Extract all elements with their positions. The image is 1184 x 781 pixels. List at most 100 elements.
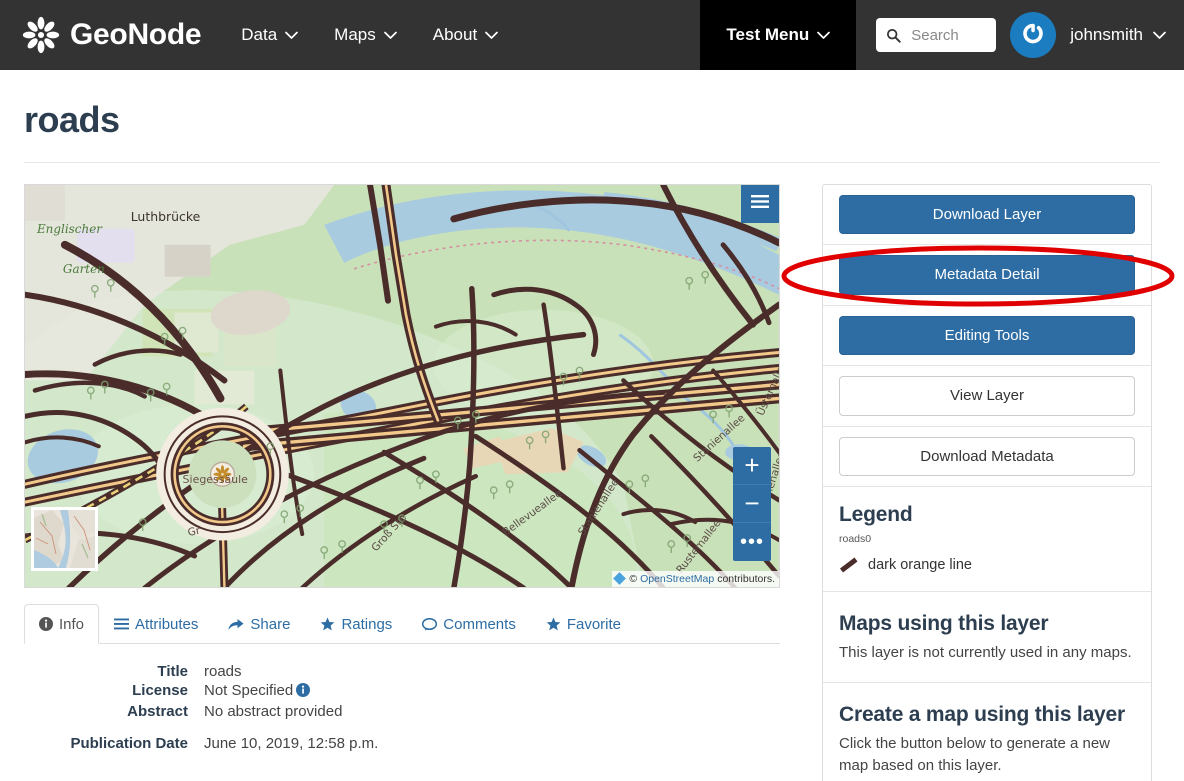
navbar-right-group: Test Menu joh bbox=[700, 0, 1184, 70]
legend-section: Legend roads0 dark orange line bbox=[823, 487, 1151, 593]
page-title: roads bbox=[24, 99, 120, 140]
map-label-luthbruecke: Luthbrücke bbox=[131, 208, 201, 223]
main-content: Englischer Garten Luthbrücke Siegessäule… bbox=[0, 163, 1184, 781]
tab-label-share: Share bbox=[250, 615, 291, 633]
create-map-section: Create a map using this layer Click the … bbox=[823, 683, 1151, 781]
map-canvas: Englischer Garten Luthbrücke Siegessäule… bbox=[25, 184, 779, 587]
table-row: Title roads bbox=[24, 662, 780, 681]
metadata-detail-button[interactable]: Metadata Detail bbox=[839, 255, 1135, 295]
info-key-title: Title bbox=[157, 662, 188, 680]
brand-title: GeoNode bbox=[70, 18, 202, 51]
map-label-englischer: Englischer bbox=[36, 221, 103, 235]
create-map-title: Create a map using this layer bbox=[839, 702, 1125, 726]
map-label-siegessaeule: Siegessäule bbox=[183, 473, 249, 486]
overview-minimap[interactable] bbox=[31, 506, 98, 571]
right-sidebar: Download Layer Metadata Detail Editing T… bbox=[822, 183, 1152, 781]
row-view-layer: View Layer bbox=[823, 366, 1151, 427]
tab-comments[interactable]: Comments bbox=[407, 604, 531, 644]
row-editing-tools: Editing Tools bbox=[823, 306, 1151, 367]
layer-info-table: Title roads License Not Specified Abstra… bbox=[24, 662, 780, 753]
zoom-in-button[interactable]: + bbox=[733, 447, 771, 485]
nav-item-data[interactable]: Data bbox=[223, 0, 316, 70]
nav-label-test-menu: Test Menu bbox=[726, 25, 810, 44]
info-value-title: roads bbox=[204, 662, 780, 681]
nav-item-test-menu[interactable]: Test Menu bbox=[700, 0, 857, 70]
tab-label-favorite: Favorite bbox=[566, 615, 622, 633]
nav-item-about[interactable]: About bbox=[415, 0, 516, 70]
search-box[interactable] bbox=[876, 18, 997, 52]
avatar[interactable] bbox=[1010, 12, 1057, 58]
map-viewer[interactable]: Englischer Garten Luthbrücke Siegessäule… bbox=[24, 183, 780, 588]
search-icon bbox=[886, 28, 901, 43]
attribution-prefix: © bbox=[629, 572, 638, 585]
sidebar-panel: Download Layer Metadata Detail Editing T… bbox=[822, 183, 1152, 781]
user-menu[interactable]: johnsmith bbox=[1070, 25, 1166, 45]
info-value-publication-date-text: June 10, 2019, 12:58 p.m. bbox=[204, 734, 379, 752]
info-key-license: License bbox=[132, 681, 188, 699]
map-more-button[interactable]: ••• bbox=[733, 523, 771, 561]
table-row: Publication Date June 10, 2019, 12:58 p.… bbox=[24, 721, 780, 753]
detail-tabs: Info Attributes Share Ratings Comments F… bbox=[24, 603, 780, 644]
map-label-garten: Garten bbox=[63, 261, 105, 275]
maps-using-text: This layer is not currently used in any … bbox=[839, 644, 1132, 662]
chevron-down-icon bbox=[383, 31, 397, 40]
info-value-publication-date: June 10, 2019, 12:58 p.m. bbox=[204, 721, 780, 753]
share-arrow-icon bbox=[228, 618, 244, 631]
chevron-down-icon bbox=[285, 31, 299, 40]
brand-logo-link[interactable]: GeoNode bbox=[0, 0, 202, 70]
nav-label-about: About bbox=[432, 25, 478, 44]
osm-link[interactable]: OpenStreetMap bbox=[640, 573, 714, 585]
username-label: johnsmith bbox=[1070, 25, 1143, 44]
info-value-license: Not Specified bbox=[204, 681, 780, 702]
maps-using-title: Maps using this layer bbox=[839, 612, 1049, 636]
tab-label-attributes: Attributes bbox=[135, 615, 199, 633]
nav-label-maps: Maps bbox=[334, 25, 376, 44]
editing-tools-button[interactable]: Editing Tools bbox=[839, 315, 1135, 356]
tab-label-comments: Comments bbox=[443, 615, 516, 633]
nav-item-maps[interactable]: Maps bbox=[316, 0, 415, 70]
chevron-down-icon bbox=[485, 31, 499, 40]
map-attribution: © OpenStreetMap contributors. bbox=[612, 570, 779, 587]
attribution-suffix: contributors. bbox=[717, 572, 775, 585]
license-info-icon[interactable] bbox=[296, 682, 311, 701]
star-icon bbox=[320, 617, 335, 631]
osm-logo-icon bbox=[613, 572, 627, 585]
row-download-layer: Download Layer bbox=[823, 185, 1151, 246]
page-header: roads bbox=[0, 70, 1184, 140]
top-navbar: GeoNode Data Maps About Test Menu Search… bbox=[0, 0, 1184, 70]
download-layer-button[interactable]: Download Layer bbox=[839, 194, 1135, 235]
map-zoom-controls[interactable]: + − ••• bbox=[733, 446, 771, 561]
info-value-abstract: No abstract provided bbox=[204, 702, 780, 721]
tab-favorite[interactable]: Favorite bbox=[531, 604, 636, 644]
search-input[interactable] bbox=[909, 25, 987, 45]
list-item: dark orange line bbox=[839, 557, 1135, 577]
legend-layer-name: roads0 bbox=[839, 533, 872, 546]
create-map-text: Click the button below to generate a new… bbox=[839, 734, 1111, 774]
tab-label-info: Info bbox=[59, 615, 85, 633]
zoom-out-button[interactable]: − bbox=[733, 485, 771, 523]
chevron-down-icon bbox=[817, 31, 831, 40]
gravatar-power-icon bbox=[1018, 17, 1049, 53]
tab-label-ratings: Ratings bbox=[341, 615, 393, 633]
hamburger-menu-icon bbox=[750, 194, 770, 214]
overview-minimap-icon bbox=[34, 509, 95, 568]
view-layer-button[interactable]: View Layer bbox=[839, 376, 1135, 416]
tab-attributes[interactable]: Attributes bbox=[99, 604, 213, 644]
info-value-title-text: roads bbox=[204, 662, 242, 680]
info-key-abstract: Abstract bbox=[127, 702, 188, 720]
row-download-metadata: Download Metadata bbox=[823, 427, 1151, 488]
tab-share[interactable]: Share bbox=[213, 604, 305, 644]
left-column: Englischer Garten Luthbrücke Siegessäule… bbox=[24, 183, 780, 753]
geonode-flower-logo-icon bbox=[22, 16, 60, 54]
comment-bubble-icon bbox=[422, 617, 438, 631]
tab-info[interactable]: Info bbox=[24, 603, 100, 644]
info-key-publication-date: Publication Date bbox=[70, 734, 188, 752]
star-icon bbox=[546, 617, 561, 631]
table-row: License Not Specified bbox=[24, 681, 780, 702]
tab-ratings[interactable]: Ratings bbox=[305, 604, 407, 644]
map-layers-button[interactable] bbox=[741, 184, 779, 223]
legend-title: Legend bbox=[839, 503, 913, 527]
download-metadata-button[interactable]: Download Metadata bbox=[839, 436, 1135, 477]
nav-label-data: Data bbox=[241, 25, 278, 44]
list-icon bbox=[114, 618, 130, 630]
